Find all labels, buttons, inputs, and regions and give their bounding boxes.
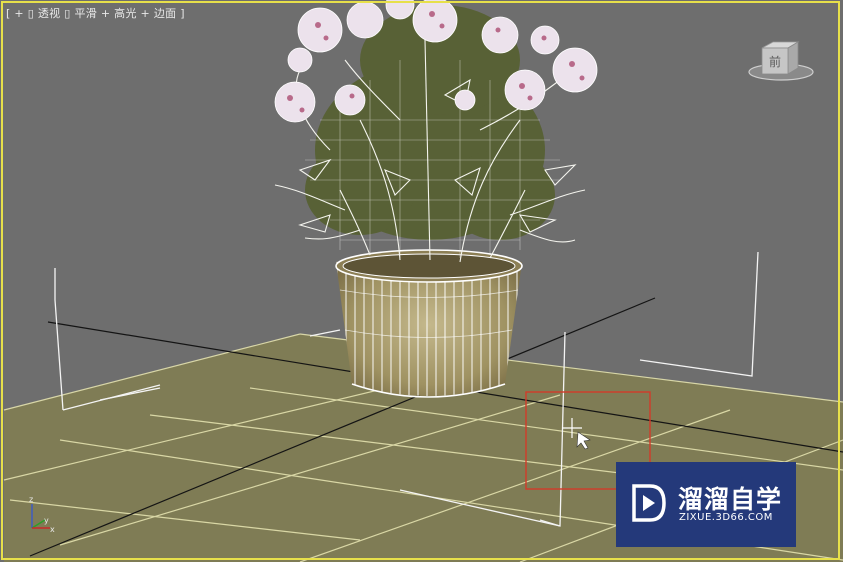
watermark-badge: 溜溜自学 ZIXUE.3D66.COM bbox=[616, 462, 796, 547]
watermark-name: 溜溜自学 bbox=[678, 485, 783, 514]
label-separator-icon: ▯ bbox=[64, 7, 71, 20]
axis-label-z: z bbox=[29, 495, 33, 504]
axis-label-x: x bbox=[50, 525, 55, 534]
watermark-url: ZIXUE.3D66.COM bbox=[679, 512, 773, 523]
label-separator-icon: ▯ bbox=[27, 7, 35, 20]
label-bracket-open: [ bbox=[6, 7, 11, 20]
viewport-label-menu[interactable]: [ + ▯ 透视 ▯ 平滑 + 高光 + 边面 ] bbox=[6, 5, 185, 21]
viewcube-navigator[interactable]: 前 bbox=[745, 38, 817, 86]
axis-label-y: y bbox=[44, 516, 49, 525]
viewcube-front-label: 前 bbox=[769, 54, 781, 69]
watermark-logo-icon bbox=[632, 484, 666, 522]
viewcube-right-face[interactable] bbox=[787, 41, 799, 75]
perspective-viewport[interactable]: z y x 前 [ + ▯ 透视 ▯ 平滑 + 高光 + 边面 ] 溜溜自学 Z… bbox=[0, 0, 843, 562]
label-shading-menu[interactable]: 平滑 + 高光 + 边面 bbox=[74, 7, 176, 20]
plant-pot[interactable] bbox=[335, 249, 523, 398]
label-point-of-view-menu[interactable]: 透视 bbox=[38, 7, 61, 20]
label-bracket-close: ] bbox=[180, 7, 185, 20]
plant-foliage[interactable] bbox=[274, 0, 598, 263]
label-general-menu[interactable]: + bbox=[14, 7, 24, 20]
